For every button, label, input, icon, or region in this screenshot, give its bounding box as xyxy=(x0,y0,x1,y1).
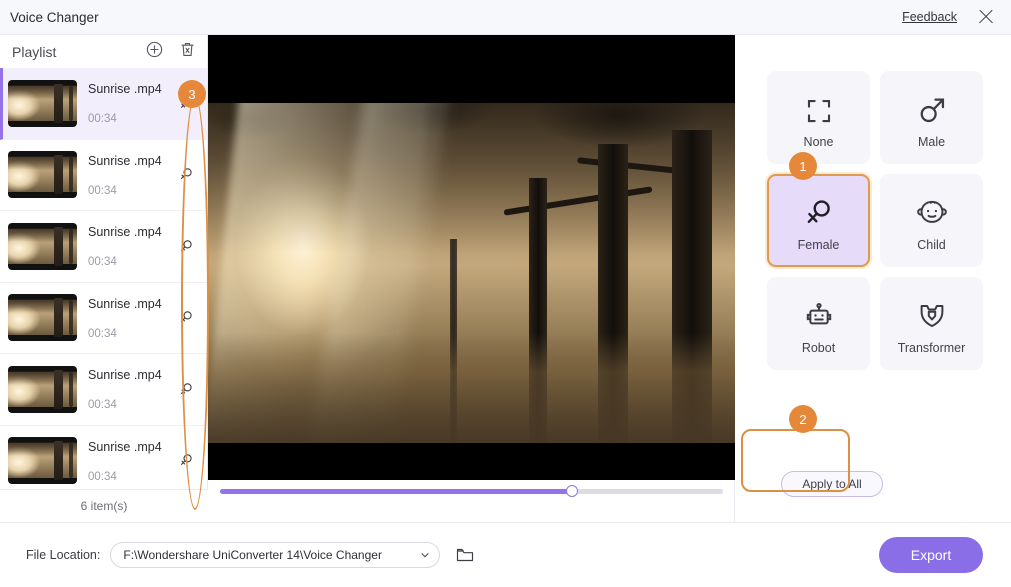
voice-option-label: Robot xyxy=(801,341,836,355)
voice-option-child[interactable]: Child xyxy=(880,174,983,267)
trash-delete-icon[interactable] xyxy=(178,40,197,64)
playlist-actions xyxy=(145,40,197,64)
list-item-name: Sunrise .mp4 xyxy=(88,296,162,311)
player-panel: 00:00:24 / 00:00:34 xyxy=(208,35,735,535)
title-bar: Voice Changer Feedback xyxy=(0,0,1011,35)
list-item-name: Sunrise .mp4 xyxy=(88,368,162,383)
female-symbol-icon[interactable] xyxy=(173,238,199,255)
voice-option-none[interactable]: None xyxy=(767,71,870,164)
video-thumbnail xyxy=(8,79,77,127)
voice-option-label: Child xyxy=(917,238,946,252)
voice-options-panel: None Male Female Child Robot Transformer… xyxy=(735,35,1011,522)
list-item-duration: 00:34 xyxy=(88,399,117,412)
playlist-panel: Playlist Sunrise .mp4 00:34 Sunrise .mp4… xyxy=(0,35,208,522)
video-stage[interactable] xyxy=(208,35,735,480)
file-location-value[interactable]: F:\Wondershare UniConverter 14\Voice Cha… xyxy=(111,548,411,562)
voice-option-label: Male xyxy=(917,135,946,149)
female-symbol-icon[interactable] xyxy=(173,166,199,183)
list-item[interactable]: Sunrise .mp4 00:34 xyxy=(0,68,207,140)
video-thumbnail xyxy=(8,222,77,270)
close-icon[interactable] xyxy=(975,6,997,28)
video-thumbnail xyxy=(8,151,77,199)
crop-frame-icon xyxy=(804,86,834,126)
list-item-meta: Sunrise .mp4 00:34 xyxy=(88,224,173,268)
list-item-name: Sunrise .mp4 xyxy=(88,153,162,168)
apply-to-all-button[interactable]: Apply to All xyxy=(781,471,883,497)
title-bar-actions: Feedback xyxy=(902,6,1011,28)
playlist-title: Playlist xyxy=(12,43,57,60)
list-item[interactable]: Sunrise .mp4 00:34 xyxy=(0,282,207,354)
list-item[interactable]: Sunrise .mp4 00:34 xyxy=(0,139,207,211)
female-symbol-icon[interactable] xyxy=(173,381,199,398)
list-item-name: Sunrise .mp4 xyxy=(88,439,162,454)
playlist-items[interactable]: Sunrise .mp4 00:34 Sunrise .mp4 00:34 Su… xyxy=(0,68,207,488)
video-thumbnail xyxy=(8,437,77,485)
voice-options-grid: None Male Female Child Robot Transformer xyxy=(767,71,983,370)
voice-option-transformer[interactable]: Transformer xyxy=(880,277,983,370)
file-location-label: File Location: xyxy=(26,548,101,562)
playlist-header: Playlist xyxy=(0,35,207,68)
child-face-icon xyxy=(915,189,949,229)
annotation-badge-1: 1 xyxy=(789,152,817,180)
list-item-meta: Sunrise .mp4 00:34 xyxy=(88,81,173,125)
list-item-name: Sunrise .mp4 xyxy=(88,225,162,240)
voice-option-label: None xyxy=(803,135,834,149)
page-title: Voice Changer xyxy=(10,9,99,25)
list-item[interactable]: Sunrise .mp4 00:34 xyxy=(0,425,207,488)
list-item-duration: 00:34 xyxy=(88,113,117,126)
list-item-name: Sunrise .mp4 xyxy=(88,82,162,97)
playback-progress[interactable] xyxy=(208,480,735,502)
chevron-down-icon[interactable] xyxy=(411,549,439,561)
female-symbol-icon xyxy=(803,189,835,229)
video-preview xyxy=(208,103,735,443)
list-item-duration: 00:34 xyxy=(88,184,117,197)
video-thumbnail xyxy=(8,294,77,342)
female-symbol-icon[interactable] xyxy=(173,309,199,326)
voice-changer-window: Voice Changer Feedback Playlist Sunrise … xyxy=(0,0,1011,587)
list-item-duration: 00:34 xyxy=(88,256,117,269)
list-item[interactable]: Sunrise .mp4 00:34 xyxy=(0,354,207,426)
playlist-item-count: 6 item(s) xyxy=(0,489,208,522)
list-item-meta: Sunrise .mp4 00:34 xyxy=(88,296,173,340)
list-item-duration: 00:34 xyxy=(88,327,117,340)
progress-fill xyxy=(220,488,573,494)
voice-option-female[interactable]: Female xyxy=(767,174,870,267)
voice-option-label: Transformer xyxy=(897,341,966,355)
list-item-meta: Sunrise .mp4 00:34 xyxy=(88,439,173,483)
voice-option-male[interactable]: Male xyxy=(880,71,983,164)
list-item-meta: Sunrise .mp4 00:34 xyxy=(88,153,173,197)
file-location-field[interactable]: F:\Wondershare UniConverter 14\Voice Cha… xyxy=(110,542,441,568)
annotation-badge-3: 3 xyxy=(178,80,206,108)
bottom-bar: File Location: F:\Wondershare UniConvert… xyxy=(0,522,1011,587)
progress-knob[interactable] xyxy=(566,485,579,497)
list-item[interactable]: Sunrise .mp4 00:34 xyxy=(0,211,207,283)
apply-to-all-wrapper: Apply to All xyxy=(781,471,883,497)
transformer-icon xyxy=(916,292,948,332)
voice-option-robot[interactable]: Robot xyxy=(767,277,870,370)
male-symbol-icon xyxy=(916,86,948,126)
list-item-meta: Sunrise .mp4 00:34 xyxy=(88,367,173,411)
robot-icon xyxy=(803,292,835,332)
video-thumbnail xyxy=(8,365,77,413)
feedback-link[interactable]: Feedback xyxy=(902,10,957,24)
female-symbol-icon[interactable] xyxy=(173,452,199,469)
annotation-badge-2: 2 xyxy=(789,405,817,433)
add-circle-icon[interactable] xyxy=(145,40,164,64)
progress-track[interactable] xyxy=(220,485,723,497)
voice-option-label: Female xyxy=(797,238,840,252)
export-button[interactable]: Export xyxy=(879,537,983,573)
folder-open-icon[interactable] xyxy=(454,545,476,565)
list-item-duration: 00:34 xyxy=(88,470,117,483)
